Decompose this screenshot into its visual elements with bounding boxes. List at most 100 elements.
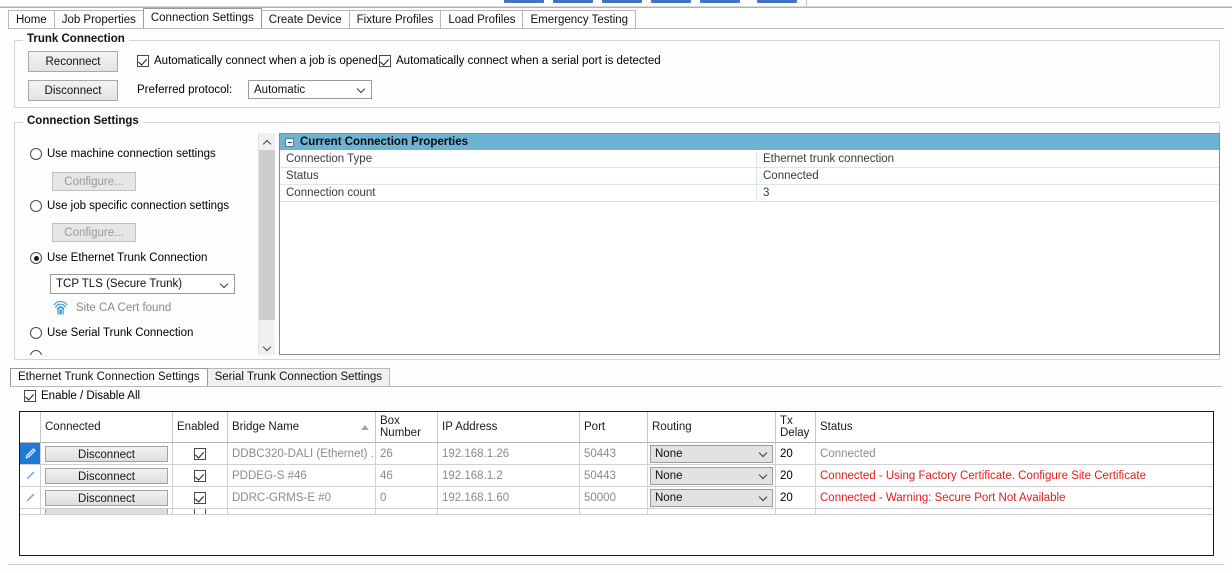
routing-combo[interactable]: None [650,488,773,507]
preferred-protocol-combo[interactable]: Automatic [248,80,372,99]
enabled-cell[interactable] [173,443,228,464]
row-disconnect-button[interactable]: Disconnect [45,445,168,462]
enabled-cell[interactable] [173,487,228,508]
properties-header-row[interactable]: Current Connection Properties [280,134,1219,151]
column-header-port[interactable]: Port [580,412,648,442]
port-cell[interactable]: 50000 [580,487,648,508]
ribbon-button-1[interactable] [504,0,544,3]
scrollbar-thumb[interactable] [259,150,275,320]
tab-load-profiles[interactable]: Load Profiles [440,10,524,28]
tab-home[interactable]: Home [8,10,55,28]
row-disconnect-button[interactable]: Disconnect [45,489,168,506]
column-header-status[interactable]: Status [816,412,1193,442]
routing-cell[interactable] [648,509,776,514]
routing-combo[interactable]: None [650,466,773,485]
column-header-tx-delay[interactable]: Tx Delay [776,412,816,442]
connected-cell[interactable] [41,509,173,514]
option-ethernet-trunk-row[interactable]: Use Ethernet Trunk Connection [30,252,207,264]
status-cell[interactable] [816,509,1193,514]
column-header-connected[interactable]: Connected [41,412,173,442]
bridge-name-cell[interactable]: DDBC320-DALI (Ethernet) ... [228,443,376,464]
ribbon-button-6[interactable] [757,0,797,3]
table-row[interactable]: Disconnect PDDEG-S #46 46 192.168.1.2 50… [20,465,1213,487]
property-row[interactable]: Connection count 3 [280,185,1219,202]
column-header-box-number[interactable]: Box Number [376,412,438,442]
ip-address-cell[interactable]: 192.168.1.60 [438,487,580,508]
row-enabled-checkbox[interactable] [194,469,206,482]
radio-use-machine-connection-settings[interactable] [30,148,42,160]
property-row[interactable]: Status Connected [280,168,1219,185]
tab-ethernet-trunk-connection-settings[interactable]: Ethernet Trunk Connection Settings [10,368,208,386]
routing-cell[interactable]: None [648,487,776,508]
scroll-down-arrow[interactable] [259,339,275,355]
scroll-up-arrow[interactable] [259,133,275,149]
ip-address-cell[interactable]: 192.168.1.2 [438,465,580,486]
radio-use-serial-trunk-connection[interactable] [30,327,42,339]
connection-options-scrollbar[interactable] [258,133,275,355]
table-row[interactable]: Disconnect DDRC-GRMS-E #0 0 192.168.1.60… [20,487,1213,509]
tab-serial-trunk-connection-settings[interactable]: Serial Trunk Connection Settings [206,368,391,386]
port-cell[interactable]: 50443 [580,465,648,486]
tab-emergency-testing[interactable]: Emergency Testing [522,10,637,28]
bridge-name-cell[interactable]: PDDEG-S #46 [228,465,376,486]
port-cell[interactable] [580,509,648,514]
enable-disable-all-row[interactable]: Enable / Disable All [24,390,140,402]
ribbon-button-4[interactable] [651,0,691,3]
routing-cell[interactable]: None [648,465,776,486]
box-number-cell[interactable]: 26 [376,443,438,464]
box-number-cell[interactable] [376,509,438,514]
tx-delay-cell[interactable] [776,509,816,514]
tab-job-properties[interactable]: Job Properties [53,10,144,28]
collapse-icon[interactable] [285,137,294,147]
connected-cell[interactable]: Disconnect [41,443,173,464]
row-selector-cell[interactable] [20,443,41,464]
enable-disable-all-checkbox[interactable] [24,390,36,402]
column-header-routing[interactable]: Routing [648,412,776,442]
bridge-name-cell[interactable] [228,509,376,514]
enabled-cell[interactable] [173,509,228,514]
bridge-name-cell[interactable]: DDRC-GRMS-E #0 [228,487,376,508]
row-disconnect-button[interactable]: Disconnect [45,467,168,484]
column-header-enabled[interactable]: Enabled [173,412,228,442]
option-partial-clipped-row[interactable] [30,350,42,355]
row-selector-cell[interactable] [20,487,41,508]
option-job-settings-row[interactable]: Use job specific connection settings [30,200,229,212]
option-serial-trunk-row[interactable]: Use Serial Trunk Connection [30,327,193,339]
column-header-bridge-name[interactable]: Bridge Name [228,412,376,442]
radio-use-job-specific-connection-settings[interactable] [30,200,42,212]
table-row[interactable]: Disconnect DDBC320-DALI (Ethernet) ... 2… [20,443,1213,465]
connected-cell[interactable]: Disconnect [41,487,173,508]
grid-new-row-placeholder[interactable] [20,509,1213,515]
connected-cell[interactable]: Disconnect [41,465,173,486]
ethernet-protocol-combo[interactable]: TCP TLS (Secure Trunk) [50,274,235,294]
configure-machine-button[interactable]: Configure... [52,172,136,191]
tab-fixture-profiles[interactable]: Fixture Profiles [348,10,442,28]
box-number-cell[interactable]: 46 [376,465,438,486]
column-header-ip-address[interactable]: IP Address [438,412,580,442]
auto-connect-job-checkbox[interactable] [137,55,149,67]
port-cell[interactable]: 50443 [580,443,648,464]
row-enabled-checkbox[interactable] [194,447,206,460]
row-enabled-checkbox[interactable] [194,509,206,514]
ip-address-cell[interactable] [438,509,580,514]
radio-partial-clipped[interactable] [30,350,42,355]
routing-combo[interactable]: None [650,444,773,463]
ribbon-button-3[interactable] [602,0,642,3]
disconnect-button[interactable]: Disconnect [28,80,118,101]
ribbon-button-5[interactable] [700,0,740,3]
tab-create-device[interactable]: Create Device [260,10,350,28]
row-enabled-checkbox[interactable] [194,491,206,504]
auto-connect-job-checkbox-row[interactable]: Automatically connect when a job is open… [137,55,378,67]
tab-connection-settings[interactable]: Connection Settings [142,8,262,28]
configure-job-button[interactable]: Configure... [52,223,136,242]
ip-address-cell[interactable]: 192.168.1.26 [438,443,580,464]
tx-delay-cell[interactable]: 20 [776,465,816,486]
auto-connect-serial-checkbox-row[interactable]: Automatically connect when a serial port… [379,55,661,67]
row-selector-cell[interactable] [20,509,41,514]
auto-connect-serial-checkbox[interactable] [379,55,391,67]
tx-delay-cell[interactable]: 20 [776,487,816,508]
reconnect-button[interactable]: Reconnect [28,51,118,72]
option-machine-settings-row[interactable]: Use machine connection settings [30,148,216,160]
routing-cell[interactable]: None [648,443,776,464]
box-number-cell[interactable]: 0 [376,487,438,508]
